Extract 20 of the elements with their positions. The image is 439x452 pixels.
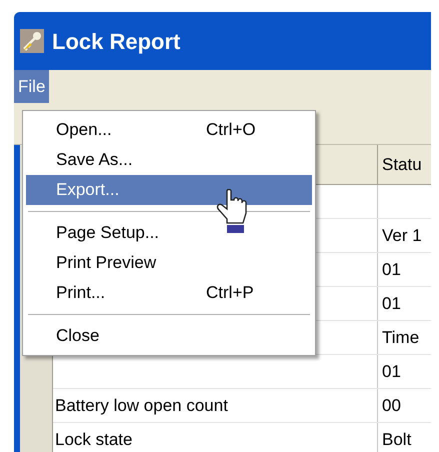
menu-item[interactable]: Print Preview xyxy=(26,248,312,278)
menu-item[interactable]: Open... Ctrl+O xyxy=(26,115,312,145)
table-cell-text: 01 xyxy=(381,360,401,383)
table-cell-text: 00 xyxy=(381,394,401,417)
key-icon xyxy=(20,29,44,53)
window-title: Lock Report xyxy=(52,28,180,56)
table-cell-text: Bolt xyxy=(381,428,412,451)
menu-item[interactable]: Close xyxy=(26,321,312,351)
table-cell-text: 01 xyxy=(381,292,401,315)
menu-item[interactable]: Print... Ctrl+P xyxy=(26,278,312,308)
menu-item[interactable]: Save As... xyxy=(26,145,312,175)
table-cell-text: Time xyxy=(381,326,420,349)
menu-item[interactable]: File xyxy=(14,70,50,103)
table-cell-text: Ver 1 xyxy=(381,224,422,247)
table-cell-text: 01 xyxy=(381,258,401,281)
menu-item[interactable]: Page Setup... xyxy=(26,218,312,248)
table-cell-text: Battery low open count xyxy=(55,394,228,417)
column-header[interactable]: Statu xyxy=(378,152,422,178)
table-cell-text: Lock state xyxy=(55,428,132,451)
menu-item[interactable]: Export... xyxy=(26,175,312,205)
